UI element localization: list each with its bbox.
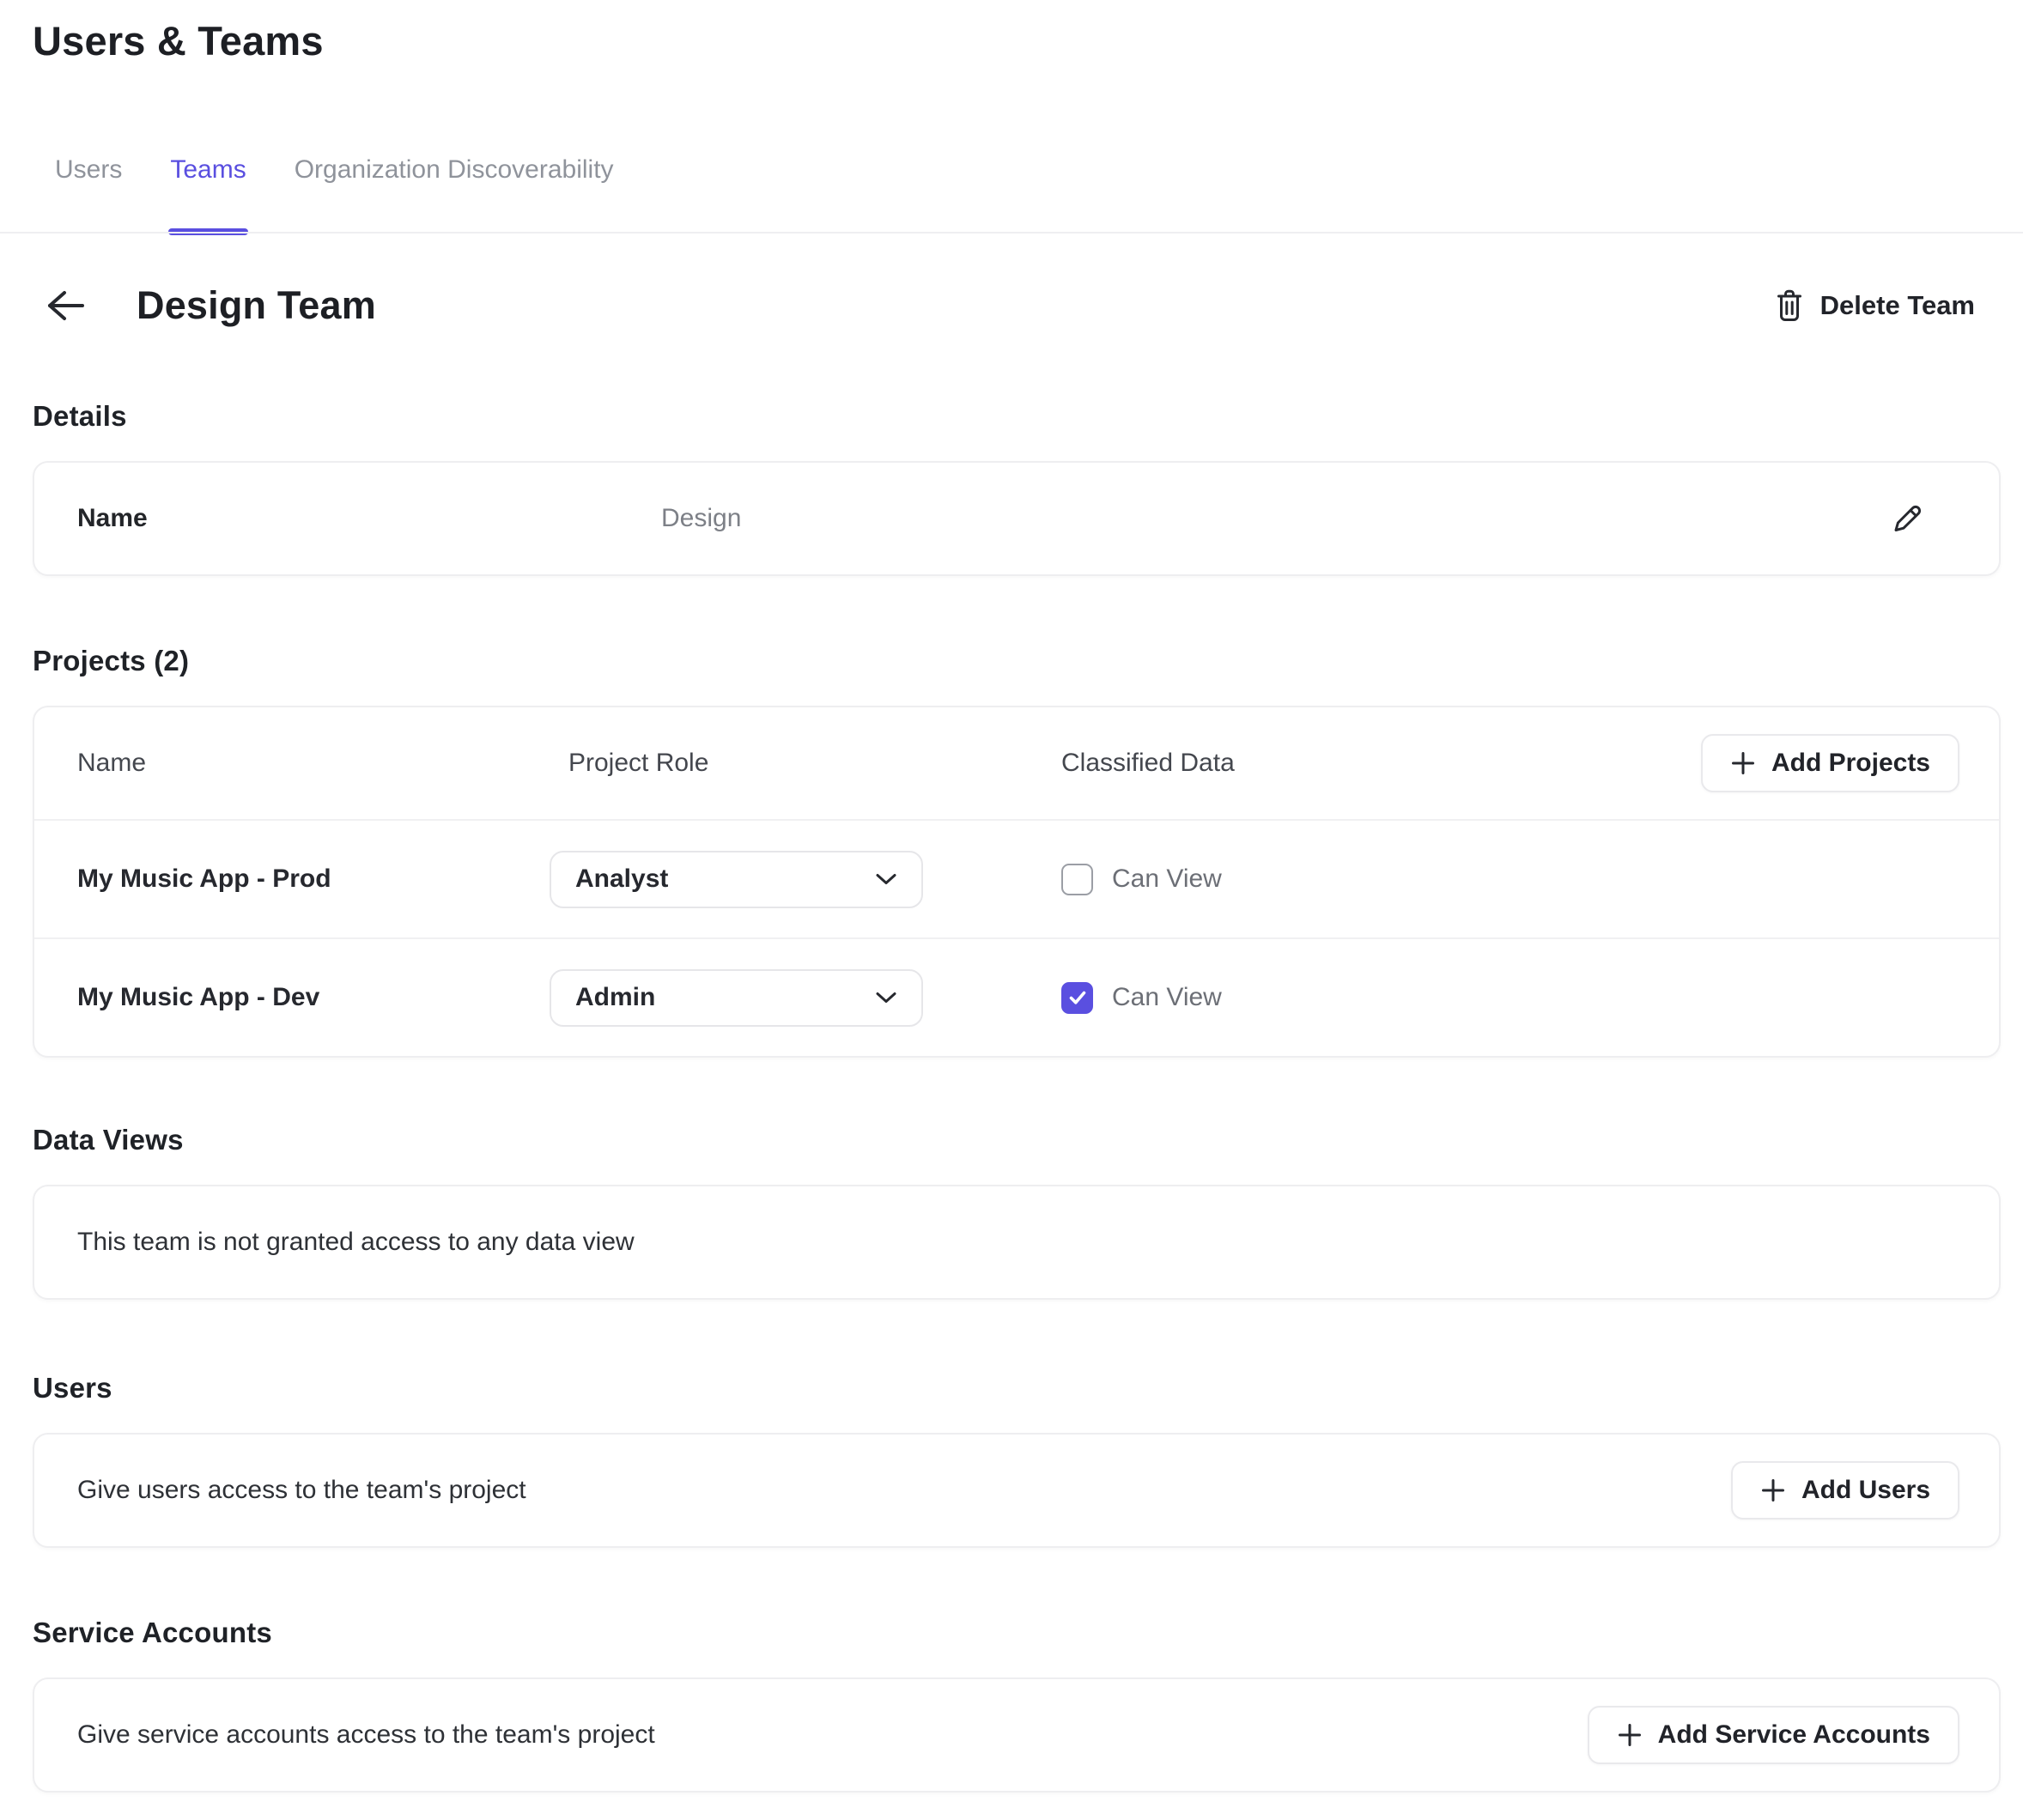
projects-table: Name Project Role Classified Data Add Pr… [33,706,2001,1058]
team-header: Design Team Delete Team [33,278,2001,333]
back-button[interactable] [46,288,85,323]
add-projects-label: Add Projects [1771,749,1930,778]
tab-users[interactable]: Users [55,153,122,187]
table-row: My Music App - Dev Admin [34,939,1999,1056]
chevron-down-icon [875,872,897,886]
add-users-label: Add Users [1801,1476,1930,1505]
can-view-label: Can View [1112,983,1222,1012]
pencil-icon [1889,500,1925,537]
projects-table-header: Name Project Role Classified Data Add Pr… [34,707,1999,819]
name-value: Design [661,504,741,533]
project-name: My Music App - Dev [77,983,550,1012]
data-views-card: This team is not granted access to any d… [33,1185,2001,1300]
can-view-label: Can View [1112,864,1222,894]
add-service-accounts-label: Add Service Accounts [1658,1720,1930,1750]
add-service-accounts-button[interactable]: Add Service Accounts [1588,1706,1959,1764]
data-views-empty-text: This team is not granted access to any d… [77,1228,635,1257]
tab-teams[interactable]: Teams [170,153,246,187]
table-row: My Music App - Prod Analyst [34,821,1999,937]
plus-icon [1760,1477,1786,1503]
tab-bar: Users Teams Organization Discoverability [33,153,2001,234]
data-views-heading: Data Views [33,1123,2001,1157]
add-projects-button[interactable]: Add Projects [1701,734,1959,792]
column-header-classified-data: Classified Data [1061,749,1701,778]
users-description: Give users access to the team's project [77,1476,526,1505]
project-role-select[interactable]: Admin [550,969,923,1027]
add-users-button[interactable]: Add Users [1731,1461,1959,1520]
column-header-project-role: Project Role [568,749,1061,778]
users-card: Give users access to the team's project … [33,1433,2001,1548]
projects-heading: Projects (2) [33,644,2001,678]
project-name: My Music App - Prod [77,864,550,894]
can-view-checkbox[interactable] [1061,982,1093,1014]
tab-organization-discoverability[interactable]: Organization Discoverability [295,153,614,187]
edit-name-button[interactable] [1889,500,1925,537]
details-heading: Details [33,399,2001,434]
project-role-select[interactable]: Analyst [550,851,923,908]
can-view-checkbox[interactable] [1061,864,1093,895]
delete-team-label: Delete Team [1820,290,1975,321]
page-title: Users & Teams [33,0,2001,69]
name-label: Name [77,504,661,533]
users-teams-page: Users & Teams Users Teams Organization D… [0,0,2023,1793]
chevron-down-icon [875,991,897,1004]
details-card: Name Design [33,461,2001,576]
plus-icon [1730,750,1756,776]
plus-icon [1617,1722,1643,1748]
service-accounts-description: Give service accounts access to the team… [77,1720,655,1750]
column-header-name: Name [77,749,568,778]
users-heading: Users [33,1371,2001,1405]
service-accounts-card: Give service accounts access to the team… [33,1677,2001,1793]
team-title: Design Team [137,283,376,328]
trash-icon [1774,288,1805,323]
service-accounts-heading: Service Accounts [33,1616,2001,1650]
page-divider [0,232,2023,234]
project-role-value: Analyst [575,864,668,894]
arrow-left-icon [46,289,85,322]
project-role-value: Admin [575,983,655,1012]
delete-team-button[interactable]: Delete Team [1774,288,1975,323]
check-icon [1066,986,1089,1009]
